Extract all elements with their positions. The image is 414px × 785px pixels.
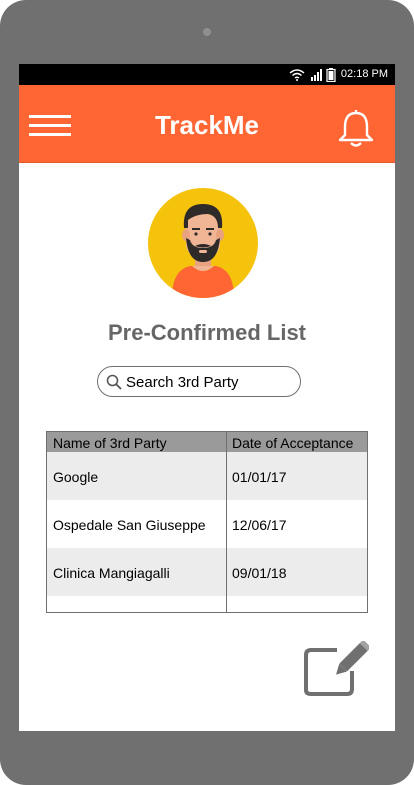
column-divider xyxy=(226,432,227,612)
wifi-icon xyxy=(289,69,305,81)
edit-icon[interactable] xyxy=(303,641,369,697)
device-frame: 02:18 PM TrackMe Pre-Confirmed List Sear… xyxy=(0,0,414,785)
app-bar: TrackMe xyxy=(19,85,395,163)
page-title: Pre-Confirmed List xyxy=(107,320,307,345)
avatar xyxy=(148,188,258,298)
header-name: Name of 3rd Party xyxy=(53,435,167,451)
cell-date: 12/06/17 xyxy=(232,517,287,533)
signal-icon xyxy=(311,69,322,81)
status-bar: 02:18 PM xyxy=(19,64,395,85)
header-date: Date of Acceptance xyxy=(232,435,354,451)
table-header: Name of 3rd Party Date of Acceptance xyxy=(47,432,367,452)
search-input[interactable] xyxy=(126,373,294,391)
table-row[interactable]: Ospedale San Giuseppe 12/06/17 xyxy=(47,500,367,548)
search-box[interactable] xyxy=(97,366,301,397)
cell-date: 09/01/18 xyxy=(232,565,287,581)
status-time: 02:18 PM xyxy=(340,68,388,80)
screen: 02:18 PM TrackMe Pre-Confirmed List Sear… xyxy=(19,64,395,731)
cell-date: 01/01/17 xyxy=(232,469,287,485)
camera-dot xyxy=(203,28,211,36)
search-icon xyxy=(106,374,122,390)
table-row[interactable]: Google 01/01/17 xyxy=(47,452,367,500)
third-party-table: Name of 3rd Party Date of Acceptance Goo… xyxy=(46,431,368,613)
battery-icon xyxy=(326,68,336,82)
cell-name: Ospedale San Giuseppe xyxy=(53,517,206,533)
bell-icon[interactable] xyxy=(337,108,375,148)
table-row[interactable]: Clinica Mangiagalli 09/01/18 xyxy=(47,548,367,596)
cell-name: Clinica Mangiagalli xyxy=(53,565,170,581)
cell-name: Google xyxy=(53,469,99,485)
